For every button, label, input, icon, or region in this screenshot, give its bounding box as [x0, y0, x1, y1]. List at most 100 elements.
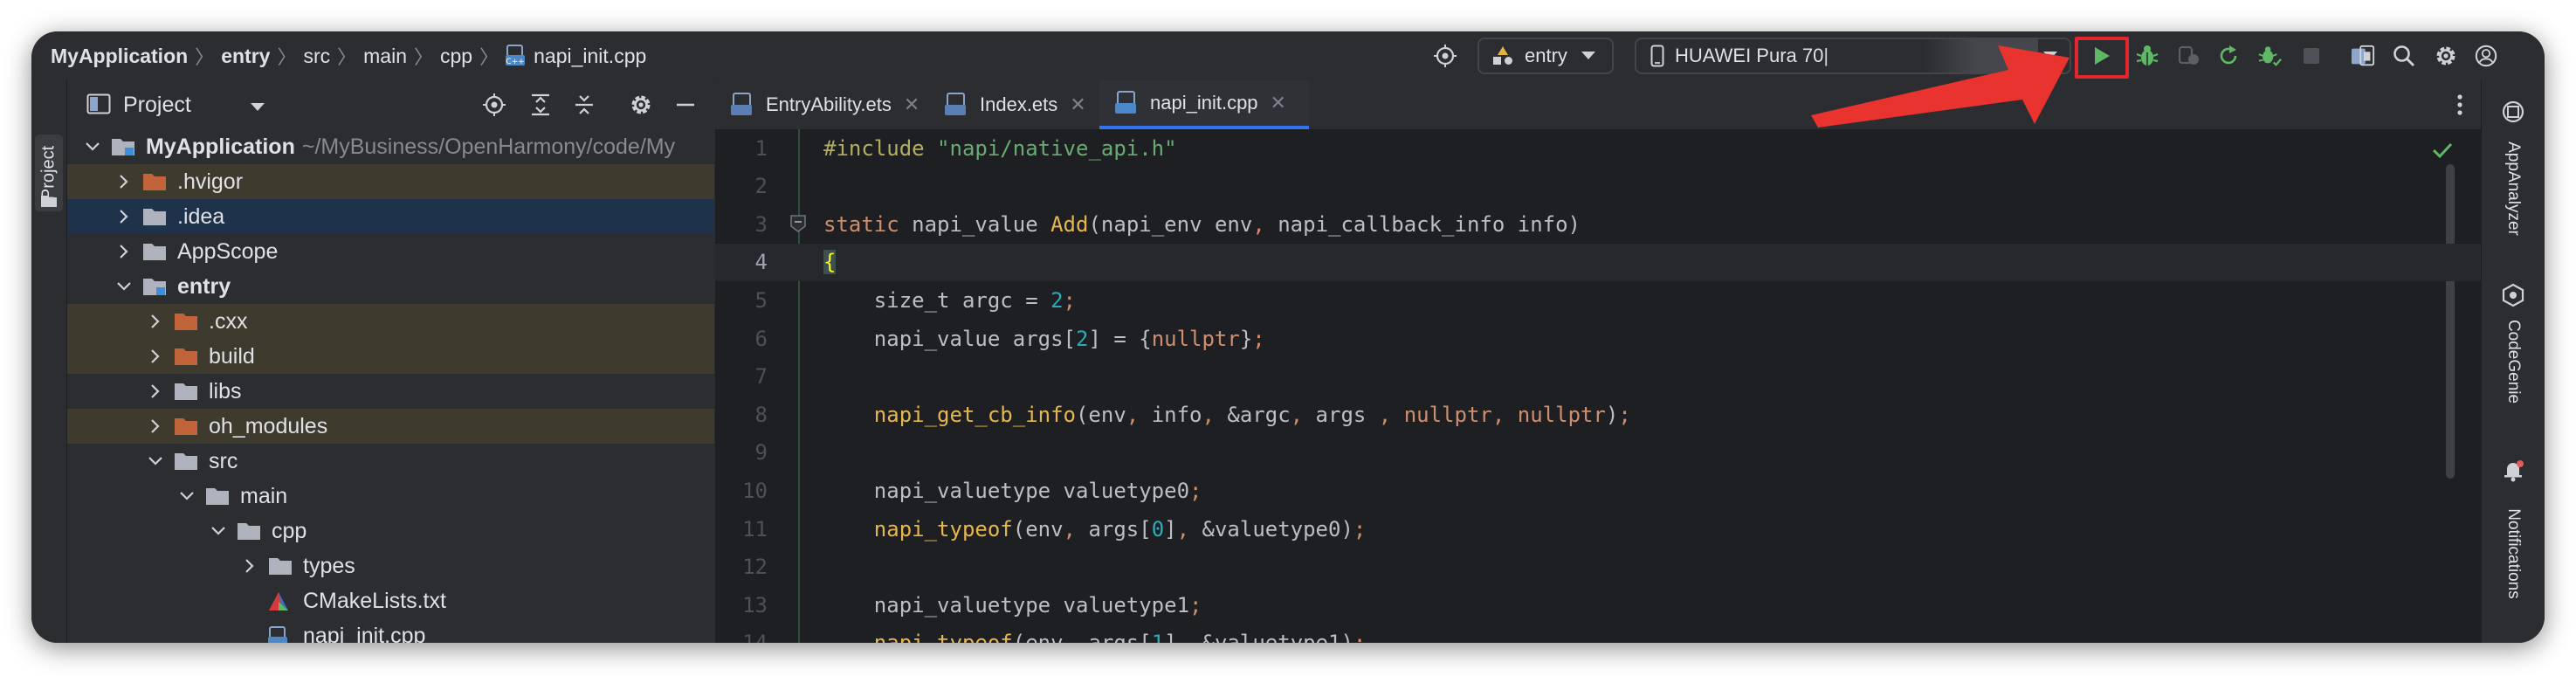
locate-icon[interactable] — [1433, 44, 1457, 68]
code-line[interactable]: 3 static napi_value Add(napi_env env, nap… — [715, 205, 2481, 243]
stop-icon[interactable] — [2299, 44, 2324, 68]
app-analyzer-icon[interactable] — [2501, 100, 2525, 128]
breadcrumb-item-src[interactable]: src — [303, 45, 330, 68]
code-line[interactable]: 2 — [715, 168, 2481, 205]
attach-debugger-icon[interactable] — [2176, 44, 2201, 68]
caret-down-icon — [2043, 52, 2057, 60]
code-line[interactable]: 11 napi_typeof(env, args[0], &valuetype0… — [715, 510, 2481, 548]
hide-panel-icon[interactable] — [673, 93, 698, 117]
breadcrumb-item-project[interactable]: MyApplication — [51, 45, 188, 68]
tree-item[interactable]: cpp — [67, 514, 714, 548]
chevron-right-icon[interactable] — [240, 556, 259, 576]
tree-item[interactable]: build — [67, 339, 714, 374]
cpp-file-icon: C++ — [506, 45, 527, 67]
expand-all-icon[interactable] — [528, 93, 553, 117]
run-highlight-box — [2075, 37, 2129, 79]
code-line[interactable]: 13 napi_valuetype valuetype1; — [715, 586, 2481, 624]
tree-item[interactable]: .cxx — [67, 304, 714, 339]
folder-icon — [174, 382, 198, 401]
more-options-icon[interactable] — [2456, 93, 2463, 121]
tree-item[interactable]: .hvigor — [67, 164, 714, 199]
right-tool-stripe: AppAnalyzer CodeGenie Notifications — [2481, 80, 2545, 643]
chevron-right-icon[interactable] — [146, 417, 165, 436]
code-line[interactable]: 14 napi_typeof(env, args[1], &valuetype1… — [715, 624, 2481, 643]
locate-icon[interactable] — [482, 93, 506, 117]
app-analyzer-tab[interactable]: AppAnalyzer — [2504, 141, 2523, 236]
tree-item-label: build — [209, 343, 255, 369]
close-icon[interactable]: ✕ — [1070, 93, 1085, 116]
code-text: napi_valuetype valuetype1; — [823, 592, 1202, 617]
chevron-right-icon[interactable] — [146, 347, 165, 366]
code-line[interactable]: 1 #include "napi/native_api.h" — [715, 129, 2481, 167]
tree-item[interactable]: AppScope — [67, 234, 714, 269]
breadcrumb-item-cpp[interactable]: cpp — [440, 45, 472, 68]
chevron-right-icon[interactable] — [146, 312, 165, 331]
account-avatar-icon[interactable] — [2474, 44, 2498, 68]
close-icon[interactable]: ✕ — [904, 93, 920, 116]
tree-item[interactable]: types — [67, 548, 714, 583]
line-number: 11 — [742, 516, 768, 541]
editor-tab[interactable]: EntryAbility.ets ✕ — [715, 80, 925, 129]
code-line[interactable]: 9 — [715, 434, 2481, 472]
chevron-right-icon[interactable] — [114, 207, 134, 226]
tree-item[interactable]: CMakeLists.txt — [67, 583, 714, 618]
settings-gear-icon[interactable] — [2434, 44, 2458, 68]
code-genie-tab[interactable]: CodeGenie — [2504, 320, 2523, 404]
project-panel-title[interactable]: Project — [123, 80, 191, 129]
editor-tab[interactable]: Index.ets ✕ — [929, 80, 1095, 129]
device-manager-icon[interactable] — [2351, 44, 2375, 68]
folder-icon — [268, 556, 293, 576]
code-line[interactable]: 7 — [715, 358, 2481, 396]
chevron-right-icon[interactable] — [114, 242, 134, 261]
code-line[interactable]: 10 napi_valuetype valuetype0; — [715, 472, 2481, 509]
tree-item[interactable]: MyApplication ~/MyBusiness/OpenHarmony/co… — [67, 129, 714, 164]
breadcrumb-item-entry[interactable]: entry — [221, 45, 270, 68]
folder-icon — [205, 486, 230, 506]
chevron-down-icon[interactable] — [83, 137, 102, 156]
chevron-down-icon[interactable] — [177, 486, 196, 506]
settings-gear-icon[interactable] — [629, 93, 653, 117]
caret-down-icon[interactable] — [251, 100, 265, 116]
tree-item[interactable]: main — [67, 479, 714, 514]
tree-item-path: ~/MyBusiness/OpenHarmony/code/My — [301, 134, 676, 159]
tree-item[interactable]: napi_init.cpp — [67, 618, 714, 643]
debug-icon[interactable] — [2135, 44, 2159, 68]
close-icon[interactable]: ✕ — [1271, 92, 1286, 114]
profile-icon[interactable] — [2257, 44, 2282, 68]
module-name: entry — [1525, 45, 1567, 66]
code-line[interactable]: 4{ — [715, 243, 2481, 281]
device-selector[interactable]: HUAWEI Pura 70 | — [1635, 38, 2071, 74]
collapse-all-icon[interactable] — [572, 93, 596, 117]
cmake-file-icon — [268, 591, 293, 610]
code-line[interactable]: 12 — [715, 548, 2481, 586]
editor-tab[interactable]: napi_init.cpp ✕ — [1099, 80, 1309, 129]
folder-icon — [142, 242, 167, 261]
chevron-right-icon[interactable] — [146, 382, 165, 401]
tree-item[interactable]: src — [67, 444, 714, 479]
code-line[interactable]: 5 size_t argc = 2; — [715, 281, 2481, 319]
code-genie-icon[interactable] — [2501, 283, 2525, 312]
tree-item[interactable]: oh_modules — [67, 409, 714, 444]
line-number: 10 — [742, 478, 768, 503]
module-selector[interactable]: entry — [1477, 38, 1614, 74]
chevron-down-icon[interactable] — [146, 452, 165, 471]
chevron-right-icon[interactable] — [114, 172, 134, 191]
code-line[interactable]: 8 napi_get_cb_info(env, info, &argc, arg… — [715, 396, 2481, 433]
cpp-file-icon — [1115, 91, 1140, 115]
ets-file-icon — [731, 93, 755, 117]
chevron-down-icon[interactable] — [209, 521, 228, 541]
breadcrumb-item-file[interactable]: napi_init.cpp — [534, 45, 646, 68]
tree-item[interactable]: libs — [67, 374, 714, 409]
code-editor[interactable]: 1 #include "napi/native_api.h" 2 3 static na… — [715, 129, 2481, 643]
notifications-tab[interactable]: Notifications — [2504, 508, 2523, 599]
tree-item[interactable]: entry — [67, 269, 714, 304]
breadcrumb-item-main[interactable]: main — [363, 45, 407, 68]
code-line[interactable]: 6 napi_value args[2] = {nullptr}; — [715, 320, 2481, 357]
breadcrumb: MyApplication 〉 entry 〉 src 〉 main 〉 cpp… — [51, 31, 646, 80]
search-icon[interactable] — [2392, 44, 2416, 68]
apply-changes-icon[interactable] — [2216, 44, 2241, 68]
chevron-down-icon[interactable] — [114, 277, 134, 296]
notifications-bell-icon[interactable] — [2501, 458, 2525, 486]
chevron-right-icon: 〉 — [277, 46, 297, 68]
tree-item[interactable]: .idea — [67, 199, 714, 234]
